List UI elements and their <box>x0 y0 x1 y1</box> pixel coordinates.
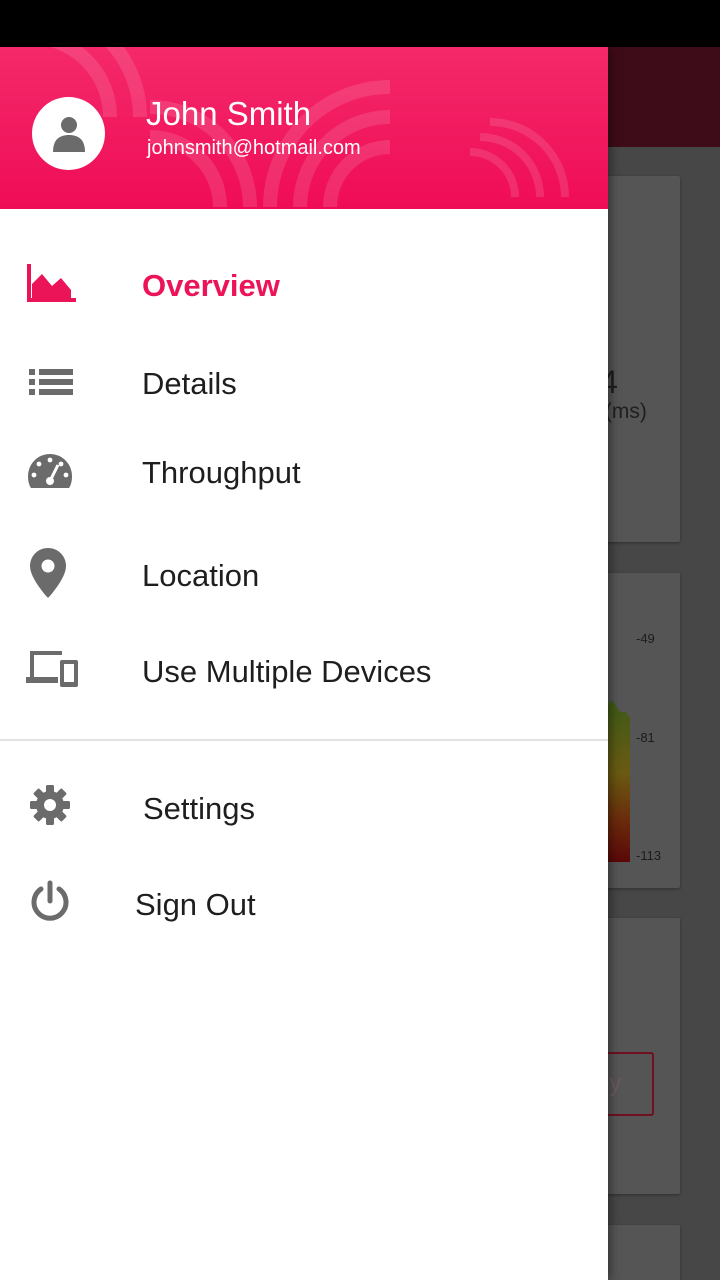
navigation-drawer: John Smith johnsmith@hotmail.com Overvie… <box>0 47 608 1280</box>
menu-item-settings[interactable]: Settings <box>0 765 608 851</box>
menu-item-label: Throughput <box>142 455 301 490</box>
menu-item-label: Use Multiple Devices <box>142 654 432 689</box>
menu-item-label: Details <box>142 366 237 401</box>
menu-item-throughput[interactable]: Throughput <box>0 431 608 517</box>
background-signal-tick: -49 <box>636 631 655 646</box>
list-icon <box>28 365 74 399</box>
user-name: John Smith <box>146 95 312 132</box>
background-signal-tick: -81 <box>636 730 655 745</box>
power-icon <box>28 879 72 923</box>
menu-item-label: Overview <box>142 268 280 303</box>
devices-icon <box>26 649 78 689</box>
menu-item-location[interactable]: Location <box>0 533 608 619</box>
menu-item-label: Location <box>142 558 260 593</box>
avatar[interactable] <box>32 97 105 170</box>
menu-item-signout[interactable]: Sign Out <box>0 861 608 947</box>
menu-item-label: Sign Out <box>135 887 256 922</box>
menu-item-label: Settings <box>143 791 256 826</box>
user-email: johnsmith@hotmail.com <box>147 137 361 159</box>
menu-item-details[interactable]: Details <box>0 339 608 425</box>
menu-item-devices[interactable]: Use Multiple Devices <box>0 629 608 715</box>
area-chart-icon <box>26 260 78 304</box>
menu-divider <box>0 739 608 741</box>
person-icon <box>52 116 85 152</box>
gear-icon <box>28 783 72 827</box>
background-signal-tick: -113 <box>636 848 662 863</box>
speedometer-icon <box>27 451 73 491</box>
location-pin-icon <box>28 547 68 599</box>
menu-item-overview[interactable]: Overview <box>0 242 608 328</box>
drawer-header: John Smith johnsmith@hotmail.com <box>0 47 608 209</box>
status-bar <box>0 0 720 47</box>
